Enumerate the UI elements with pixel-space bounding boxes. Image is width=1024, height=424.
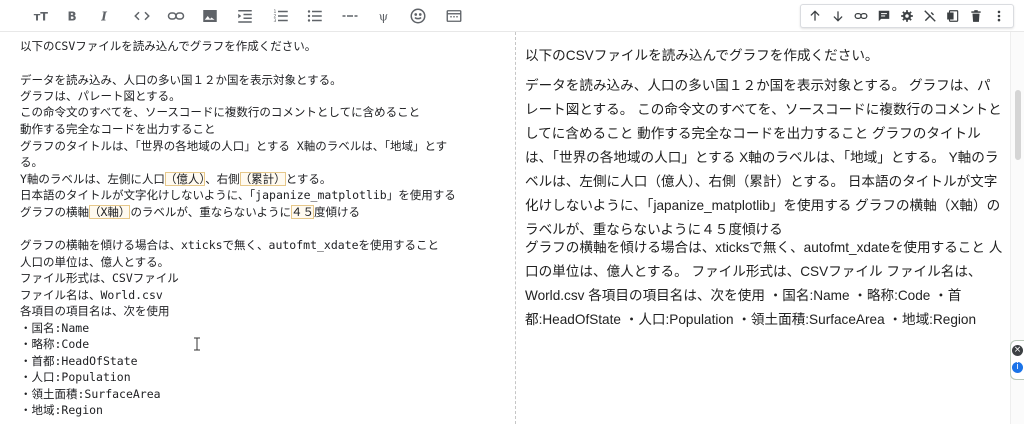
mirror-cell-icon[interactable] bbox=[944, 7, 962, 25]
editor-line: グラフのタイトルは、「世界の各地域の人口」とする X軸のラベルは、「地域」とす bbox=[20, 139, 448, 153]
svg-text:тТ: тТ bbox=[34, 11, 49, 24]
preview-paragraph: 以下のCSVファイルを読み込んでグラフを作成ください。 bbox=[525, 48, 879, 63]
side-widget[interactable]: × i bbox=[1010, 340, 1024, 380]
matched-bracket-highlight: （億人） bbox=[164, 172, 206, 186]
settings-icon[interactable] bbox=[898, 7, 916, 25]
editor-line: ・首都:HeadOfState bbox=[20, 354, 138, 368]
editor-line: グラフは、パレート図とする。 bbox=[20, 89, 181, 103]
editor-line: ・人口:Population bbox=[20, 370, 131, 384]
horizontal-rule-icon[interactable] bbox=[338, 4, 362, 28]
delete-icon[interactable] bbox=[967, 7, 985, 25]
editor-line: 人口の単位は、億人とする。 bbox=[20, 255, 170, 269]
emoji-icon[interactable] bbox=[406, 4, 430, 28]
numbered-list-icon[interactable]: 123 bbox=[269, 4, 293, 28]
editor-line: Y軸のラベルは、左側に人口（億人）、右側（累計）とする。 bbox=[20, 172, 332, 186]
editor-line: ・略称:Code bbox=[20, 337, 90, 351]
svg-text:3: 3 bbox=[274, 18, 277, 24]
more-vert-icon[interactable] bbox=[990, 7, 1008, 25]
scroll-thumb[interactable] bbox=[1015, 90, 1021, 160]
editor-line: グラフの横軸を傾ける場合は、xticksで無く、autofmt_xdateを使用… bbox=[20, 238, 440, 252]
svg-text:ψ: ψ bbox=[379, 10, 388, 24]
editor-line: 日本語のタイトルが文字化けしないように、「japanize_matplotlib… bbox=[20, 188, 456, 202]
editor-line: ・領土面積:SurfaceArea bbox=[20, 387, 161, 401]
svg-text:B: B bbox=[68, 10, 77, 24]
info-icon[interactable]: i bbox=[1012, 362, 1023, 373]
image-icon[interactable] bbox=[198, 4, 222, 28]
link-icon[interactable] bbox=[164, 4, 188, 28]
editor-line: 各項目の項目名は、次を使用 bbox=[20, 304, 170, 318]
editor-line: ・国名:Name bbox=[20, 321, 90, 335]
comment-icon[interactable] bbox=[875, 7, 893, 25]
editor-line: データを読み込み、人口の多い国１２か国を表示対象とする。 bbox=[20, 73, 342, 87]
bold-icon[interactable]: B bbox=[60, 4, 84, 28]
matched-bracket-highlight: （累計） bbox=[239, 172, 286, 186]
indent-icon[interactable] bbox=[233, 4, 257, 28]
editor-line: ・地域:Region bbox=[20, 403, 103, 417]
psi-icon[interactable]: ψ bbox=[372, 4, 396, 28]
preview-toggle-icon[interactable] bbox=[442, 4, 466, 28]
close-icon[interactable]: × bbox=[1012, 345, 1023, 356]
text-cursor-icon bbox=[194, 337, 200, 351]
code-icon[interactable] bbox=[130, 4, 154, 28]
edit-off-icon[interactable] bbox=[921, 7, 939, 25]
italic-icon[interactable]: I bbox=[93, 4, 117, 28]
editor-line: る。 bbox=[20, 155, 43, 169]
editor-line: 動作する完全なコードを出力すること bbox=[20, 122, 216, 136]
markdown-editor[interactable]: 以下のCSVファイルを読み込んでグラフを作成ください。 データを読み込み、人口の… bbox=[0, 32, 516, 424]
link-cell-icon[interactable] bbox=[852, 7, 870, 25]
markdown-toolbar: тТ B I 123 ψ bbox=[0, 0, 1024, 32]
preview-paragraph: グラフの横軸を傾ける場合は、xticksで無く、autofmt_xdateを使用… bbox=[525, 240, 1003, 327]
bulleted-list-icon[interactable] bbox=[303, 4, 327, 28]
move-down-icon[interactable] bbox=[829, 7, 847, 25]
editor-line: 以下のCSVファイルを読み込んでグラフを作成ください。 bbox=[20, 39, 317, 53]
matched-bracket-highlight: （X軸） bbox=[89, 205, 131, 219]
move-up-icon[interactable] bbox=[806, 7, 824, 25]
preview-paragraph: データを読み込み、人口の多い国１２か国を表示対象とする。 グラフは、パレート図と… bbox=[525, 78, 1002, 237]
editor-line: この命令文のすべてを、ソースコードに複数行のコメントとしてに含めること bbox=[20, 105, 421, 119]
editor-line: グラフの横軸（X軸）のラベルが、重ならないように４５度傾ける bbox=[20, 205, 360, 219]
editor-line: ファイル形式は、CSVファイル bbox=[20, 271, 179, 285]
text-size-icon[interactable]: тТ bbox=[30, 4, 54, 28]
cell-toolbar bbox=[800, 4, 1014, 28]
svg-text:I: I bbox=[100, 10, 107, 24]
markdown-preview: 以下のCSVファイルを読み込んでグラフを作成ください。 データを読み込み、人口の… bbox=[517, 32, 1007, 424]
editor-line: ファイル名は、World.csv bbox=[20, 288, 163, 302]
matched-bracket-highlight: ４５ bbox=[290, 205, 314, 219]
